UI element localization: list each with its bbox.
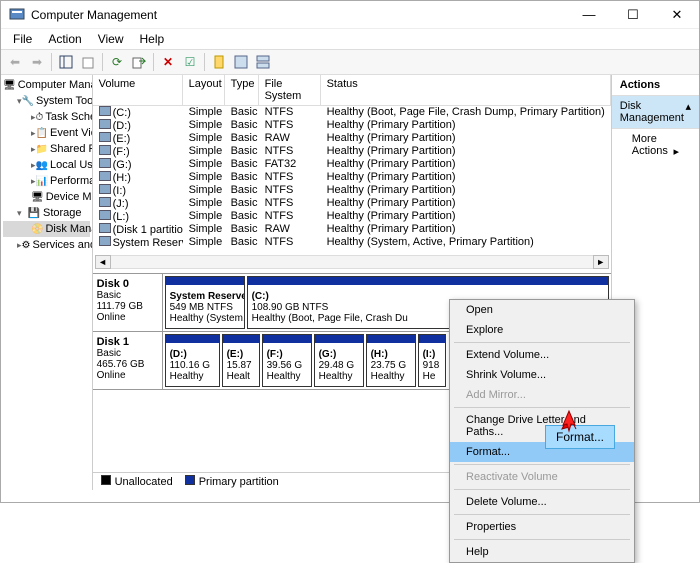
menu-delete-volume[interactable]: Delete Volume... <box>450 492 634 512</box>
disk0-partition-system-reserved[interactable]: System Reserve549 MB NTFSHealthy (System… <box>165 276 245 329</box>
menu-action[interactable]: Action <box>40 30 89 48</box>
menu-add-mirror: Add Mirror... <box>450 385 634 405</box>
scroll-right-icon[interactable]: ► <box>593 255 609 269</box>
menu-file[interactable]: File <box>5 30 40 48</box>
disk1-partition[interactable]: (F:)39.56 GHealthy <box>262 334 312 387</box>
app-icon <box>9 7 25 23</box>
volume-icon <box>99 106 111 116</box>
cursor-pointer-icon <box>559 409 579 438</box>
disk-0-info[interactable]: Disk 0 Basic 111.79 GB Online <box>93 274 163 331</box>
horizontal-scrollbar[interactable]: ◄ ► <box>95 255 609 269</box>
nav-tree: 🖥Computer Management (Local ▾🔧System Too… <box>1 75 93 490</box>
tree-system-tools[interactable]: ▾🔧System Tools <box>3 93 90 109</box>
legend-primary-icon <box>185 475 195 485</box>
properties-icon[interactable]: ☑ <box>180 52 200 72</box>
menu-view[interactable]: View <box>90 30 132 48</box>
menubar: File Action View Help <box>1 29 699 49</box>
volume-icon <box>99 132 111 142</box>
disk1-partition[interactable]: (E:)15.87Healt <box>222 334 260 387</box>
tree-task-scheduler[interactable]: ▸⏱Task Scheduler <box>3 109 90 125</box>
actions-disk-management[interactable]: Disk Management▴ <box>612 96 699 129</box>
tree-device-manager[interactable]: 🖥Device Manager <box>3 189 90 205</box>
chevron-right-icon: ▸ <box>673 145 679 158</box>
volume-table-header: Volume Layout Type File System Status <box>93 75 611 106</box>
maximize-button[interactable]: ☐ <box>611 1 655 29</box>
volume-icon <box>99 119 111 129</box>
disk-1-info[interactable]: Disk 1 Basic 465.76 GB Online <box>93 332 163 389</box>
volume-row[interactable]: (I:)SimpleBasicNTFSHealthy (Primary Part… <box>93 184 611 197</box>
volume-icon <box>99 197 111 207</box>
disk1-partition[interactable]: (G:)29.48 GHealthy <box>314 334 364 387</box>
menu-help[interactable]: Help <box>132 30 173 48</box>
tree-performance[interactable]: ▸📊Performance <box>3 173 90 189</box>
titlebar: Computer Management — ☐ ✕ <box>1 1 699 29</box>
volume-icon <box>99 223 111 233</box>
window-title: Computer Management <box>31 8 567 22</box>
disk1-partition[interactable]: (I:)918He <box>418 334 446 387</box>
volume-icon <box>99 145 111 155</box>
menu-shrink-volume[interactable]: Shrink Volume... <box>450 365 634 385</box>
layout2-icon[interactable] <box>253 52 273 72</box>
collapse-icon: ▴ <box>685 100 691 124</box>
tree-local-users[interactable]: ▸👥Local Users and Groups <box>3 157 90 173</box>
volume-icon <box>99 171 111 181</box>
close-button[interactable]: ✕ <box>655 1 699 29</box>
minimize-button[interactable]: — <box>567 1 611 29</box>
delete-icon[interactable]: ✕ <box>158 52 178 72</box>
volume-icon <box>99 158 111 168</box>
actions-more[interactable]: More Actions▸ <box>612 129 699 161</box>
volume-row[interactable]: (Disk 1 partition 2)SimpleBasicRAWHealth… <box>93 223 611 236</box>
forward-icon[interactable]: ➡ <box>27 52 47 72</box>
export-icon[interactable] <box>129 52 149 72</box>
col-fs[interactable]: File System <box>259 75 321 105</box>
layout1-icon[interactable] <box>231 52 251 72</box>
volume-row[interactable]: (H:)SimpleBasicNTFSHealthy (Primary Part… <box>93 171 611 184</box>
volume-row[interactable]: (D:)SimpleBasicNTFSHealthy (Primary Part… <box>93 119 611 132</box>
col-type[interactable]: Type <box>225 75 259 105</box>
volume-row[interactable]: (J:)SimpleBasicNTFSHealthy (Primary Part… <box>93 197 611 210</box>
menu-open[interactable]: Open <box>450 300 634 320</box>
menu-help[interactable]: Help <box>450 542 634 562</box>
volume-row[interactable]: System Reserved (K:)SimpleBasicNTFSHealt… <box>93 236 611 249</box>
legend-unallocated-icon <box>101 475 111 485</box>
help-icon[interactable] <box>209 52 229 72</box>
col-layout[interactable]: Layout <box>183 75 225 105</box>
volume-icon <box>99 210 111 220</box>
volume-row[interactable]: (L:)SimpleBasicNTFSHealthy (Primary Part… <box>93 210 611 223</box>
show-hide-icon[interactable] <box>56 52 76 72</box>
volume-row[interactable]: (C:)SimpleBasicNTFSHealthy (Boot, Page F… <box>93 106 611 119</box>
props-icon[interactable] <box>78 52 98 72</box>
tooltip: Format... <box>545 425 615 449</box>
menu-extend-volume[interactable]: Extend Volume... <box>450 345 634 365</box>
volume-row[interactable]: (G:)SimpleBasicFAT32Healthy (Primary Par… <box>93 158 611 171</box>
disk1-partition[interactable]: (H:)23.75 GHealthy <box>366 334 416 387</box>
tree-storage[interactable]: ▾💾Storage <box>3 205 90 221</box>
disk1-partition[interactable]: (D:)110.16 GHealthy <box>165 334 220 387</box>
menu-explore[interactable]: Explore <box>450 320 634 340</box>
volume-icon <box>99 236 111 246</box>
actions-header: Actions <box>612 75 699 96</box>
toolbar: ⬅ ➡ ⟳ ✕ ☑ <box>1 49 699 75</box>
scroll-left-icon[interactable]: ◄ <box>95 255 111 269</box>
col-status[interactable]: Status <box>321 75 611 105</box>
menu-reactivate: Reactivate Volume <box>450 467 634 487</box>
col-volume[interactable]: Volume <box>93 75 183 105</box>
volume-icon <box>99 184 111 194</box>
tree-event-viewer[interactable]: ▸📋Event Viewer <box>3 125 90 141</box>
tree-root[interactable]: 🖥Computer Management (Local <box>3 77 90 93</box>
back-icon[interactable]: ⬅ <box>5 52 25 72</box>
tree-shared-folders[interactable]: ▸📁Shared Folders <box>3 141 90 157</box>
menu-properties[interactable]: Properties <box>450 517 634 537</box>
volume-row[interactable]: (F:)SimpleBasicNTFSHealthy (Primary Part… <box>93 145 611 158</box>
tree-disk-management[interactable]: 📀Disk Management <box>3 221 90 237</box>
refresh-icon[interactable]: ⟳ <box>107 52 127 72</box>
volume-row[interactable]: (E:)SimpleBasicRAWHealthy (Primary Parti… <box>93 132 611 145</box>
tree-services[interactable]: ▸⚙Services and Applications <box>3 237 90 253</box>
